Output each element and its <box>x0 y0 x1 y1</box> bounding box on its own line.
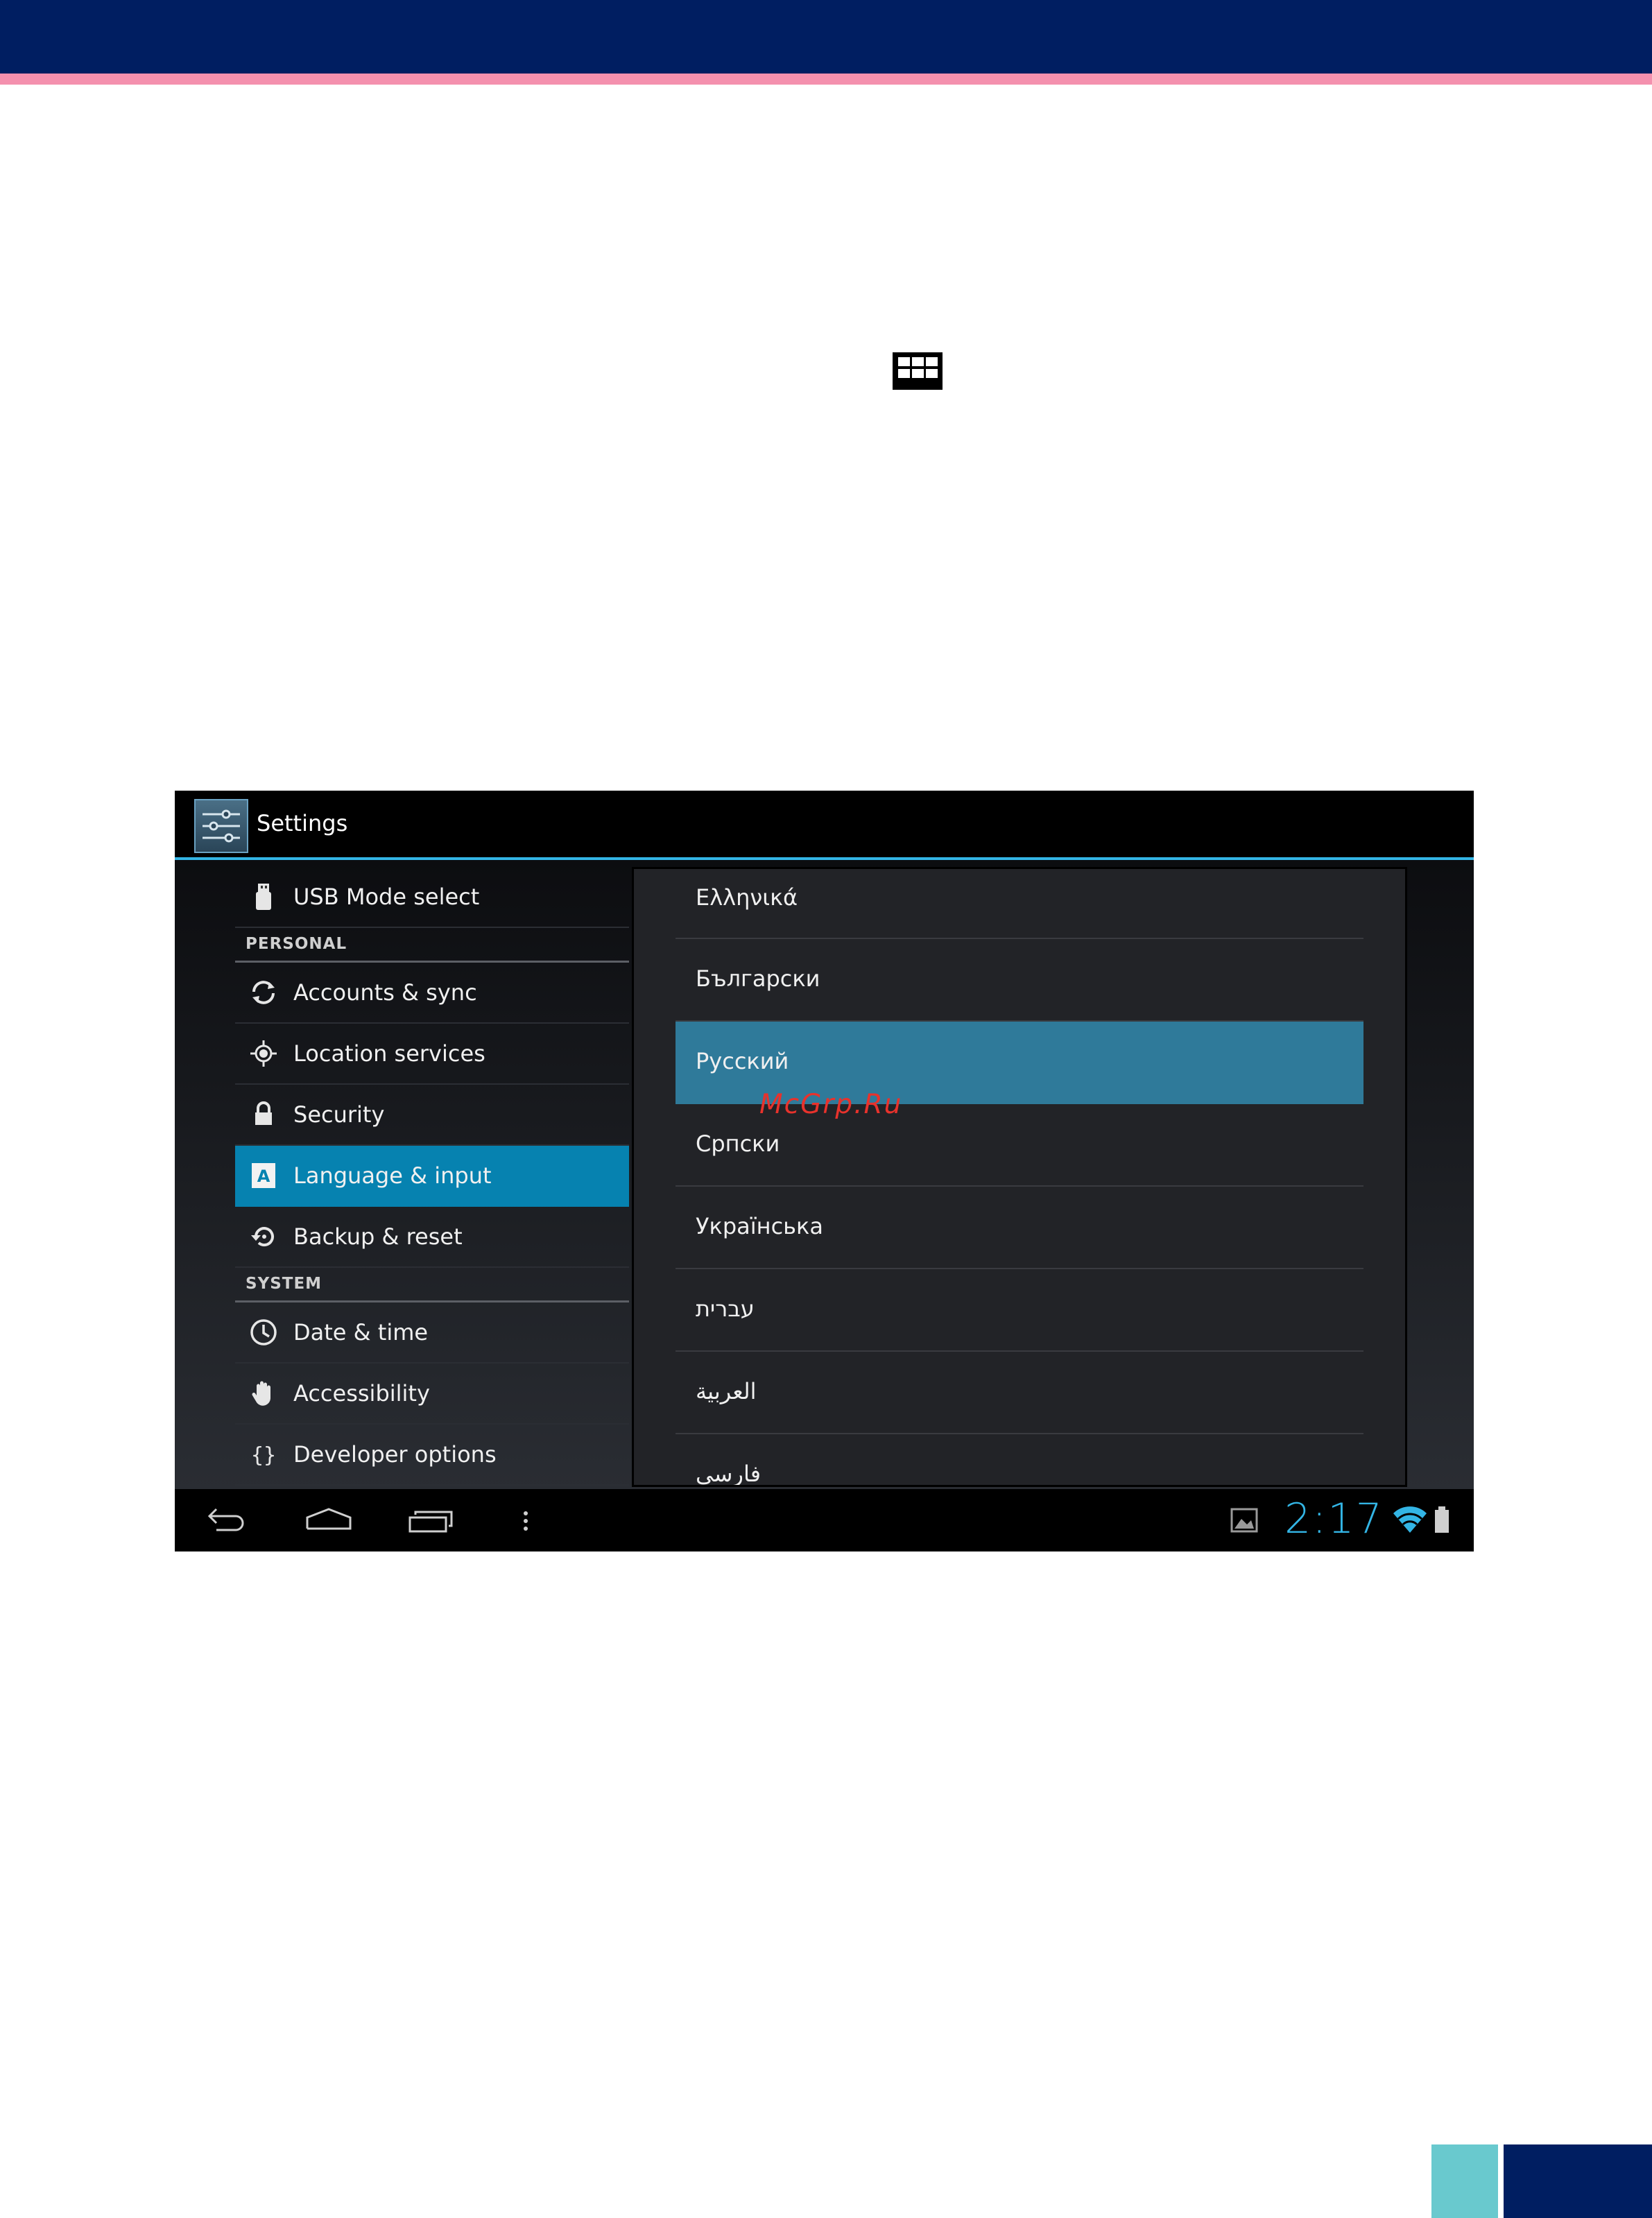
back-icon[interactable] <box>203 1499 251 1541</box>
menu-item-accounts-sync[interactable]: Accounts & sync <box>235 963 629 1024</box>
language-option-label: Ελληνικά <box>696 884 798 911</box>
menu-item-label: Developer options <box>293 1441 497 1468</box>
menu-item-label: Security <box>293 1101 385 1128</box>
menu-item-label: USB Mode select <box>293 884 480 910</box>
home-icon[interactable] <box>303 1499 354 1541</box>
action-bar: Settings <box>175 791 1474 857</box>
backup-restore-icon <box>251 1227 274 1247</box>
language-option-label: فارسی <box>696 1461 761 1487</box>
language-option[interactable]: Ελληνικά <box>676 869 1363 939</box>
page-header-stripe <box>0 74 1652 85</box>
language-option-label: עברית <box>696 1296 755 1322</box>
language-option-label: Български <box>696 965 820 992</box>
tablet-screenshot: Settings USB Mode select PERSONAL Accoun… <box>175 791 1474 1551</box>
language-option[interactable]: Български <box>676 939 1363 1022</box>
svg-text:{}: {} <box>251 1443 276 1468</box>
menu-item-location-services[interactable]: Location services <box>235 1024 629 1085</box>
usb-icon <box>256 884 271 910</box>
menu-item-date-time[interactable]: Date & time <box>235 1303 629 1364</box>
status-clock: 2:17 <box>1284 1495 1384 1543</box>
language-option-label: Українська <box>696 1213 823 1239</box>
menu-item-accessibility[interactable]: Accessibility <box>235 1364 629 1425</box>
hand-icon <box>252 1381 270 1406</box>
language-picker-dialog: Ελληνικά Български Русский Српски Україн… <box>632 867 1407 1487</box>
settings-menu: USB Mode select PERSONAL Accounts & sync <box>235 860 629 1489</box>
language-keyboard-icon: A <box>252 1163 275 1188</box>
menu-item-label: Date & time <box>293 1319 429 1346</box>
section-header-label: SYSTEM <box>246 1275 322 1293</box>
section-header-system: SYSTEM <box>235 1268 629 1303</box>
gallery-notification-icon[interactable] <box>1229 1499 1259 1541</box>
system-navigation-bar: 2:17 <box>175 1489 1474 1551</box>
menu-item-developer-options[interactable]: {} Developer options <box>235 1425 629 1486</box>
menu-overflow-icon[interactable] <box>519 1499 533 1541</box>
settings-app-icon[interactable] <box>194 799 248 853</box>
language-option-label: Српски <box>696 1131 780 1157</box>
settings-content: USB Mode select PERSONAL Accounts & sync <box>175 860 1474 1489</box>
menu-item-usb-mode[interactable]: USB Mode select <box>235 867 629 928</box>
recent-apps-icon[interactable] <box>406 1499 457 1541</box>
menu-item-label: Backup & reset <box>293 1223 463 1250</box>
corner-decoration-teal <box>1431 2144 1498 2218</box>
menu-item-label: Language & input <box>293 1162 492 1189</box>
menu-item-label: Location services <box>293 1040 485 1067</box>
svg-text:A: A <box>257 1167 270 1186</box>
menu-item-label: Accounts & sync <box>293 979 477 1006</box>
battery-icon <box>1435 1506 1449 1533</box>
lock-icon <box>255 1101 272 1125</box>
clock-icon <box>250 1319 277 1346</box>
location-icon <box>250 1040 277 1067</box>
section-header-personal: PERSONAL <box>235 928 629 963</box>
menu-item-backup-reset[interactable]: Backup & reset <box>235 1207 629 1268</box>
menu-item-label: Accessibility <box>293 1380 430 1407</box>
page-header-bar <box>0 0 1652 74</box>
watermark: McGrp.Ru <box>759 1089 903 1120</box>
language-option-label: العربية <box>696 1378 757 1404</box>
language-option-label: Русский <box>696 1048 789 1074</box>
apps-grid-icon <box>893 352 943 390</box>
developer-braces-icon: {} <box>251 1443 276 1468</box>
language-option[interactable]: עברית <box>676 1269 1363 1352</box>
menu-item-language-input[interactable]: A Language & input <box>235 1146 629 1207</box>
menu-item-security[interactable]: Security <box>235 1085 629 1146</box>
language-option[interactable]: فارسی <box>676 1434 1363 1487</box>
language-option[interactable]: Українська <box>676 1187 1363 1269</box>
language-option[interactable]: العربية <box>676 1352 1363 1434</box>
corner-decoration-navy <box>1504 2144 1652 2218</box>
section-header-label: PERSONAL <box>246 935 347 953</box>
wifi-icon <box>1393 1506 1427 1533</box>
sync-icon <box>252 981 275 1004</box>
app-title: Settings <box>257 810 348 836</box>
